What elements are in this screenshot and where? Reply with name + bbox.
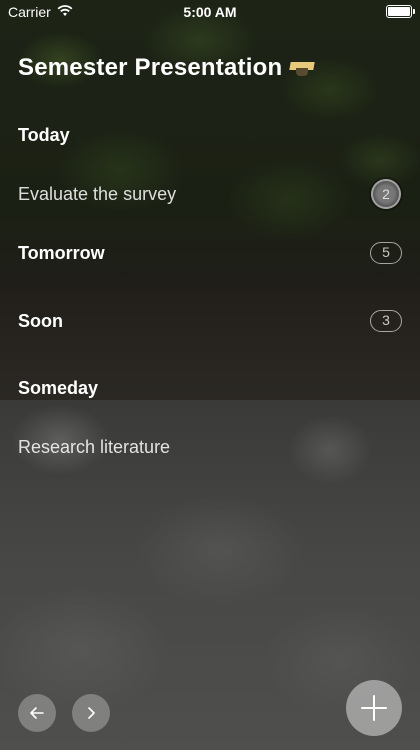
section-someday[interactable]: Someday: [0, 366, 420, 410]
plus-icon: [361, 695, 387, 721]
clock: 5:00 AM: [183, 4, 237, 20]
section-label: Someday: [18, 377, 99, 398]
task-research-literature[interactable]: Research literature: [0, 425, 420, 469]
battery-icon: [386, 5, 415, 18]
section-today[interactable]: Today: [0, 113, 420, 157]
task-count-badge[interactable]: 2: [371, 179, 401, 209]
add-button[interactable]: [346, 680, 402, 736]
section-soon[interactable]: Soon 3: [0, 299, 420, 343]
section-label: Tomorrow: [18, 242, 105, 263]
section-tomorrow[interactable]: Tomorrow 5: [0, 231, 420, 275]
task-label: Evaluate the survey: [18, 183, 177, 204]
graduation-cap-icon: [289, 58, 316, 78]
page-title-text: Semester Presentation: [18, 54, 283, 81]
section-label: Soon: [18, 310, 63, 331]
arrow-left-icon: [30, 707, 44, 719]
arrow-right-icon: [88, 707, 95, 719]
section-label: Today: [18, 124, 70, 145]
count-badge: 5: [370, 242, 402, 264]
count-badge: 3: [370, 310, 402, 332]
status-bar: Carrier 5:00 AM: [0, 0, 420, 24]
task-evaluate-survey[interactable]: Evaluate the survey 2: [0, 172, 420, 216]
forward-button[interactable]: [72, 694, 110, 732]
task-label: Research literature: [18, 436, 171, 457]
page-title: Semester Presentation: [18, 54, 316, 82]
back-button[interactable]: [18, 694, 56, 732]
